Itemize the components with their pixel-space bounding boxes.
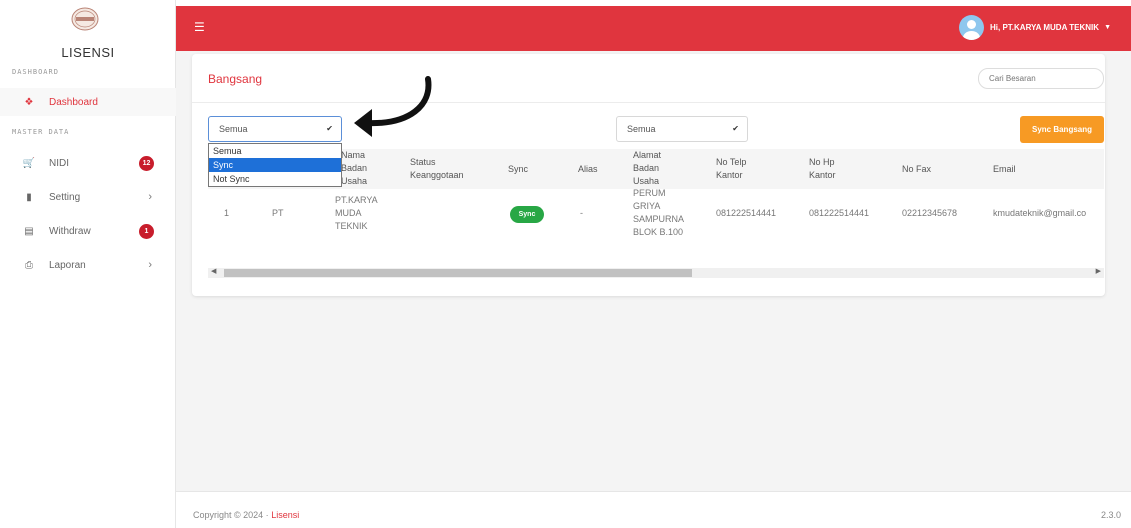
column-header-nama-1: Nama <box>341 150 366 160</box>
column-header-email: Email <box>993 164 1016 174</box>
column-header-alamat-2: Badan <box>633 163 660 173</box>
sidebar-item-label: Setting <box>49 191 81 203</box>
sidebar-item-label: Dashboard <box>49 96 98 108</box>
annotation-arrow-icon <box>354 76 432 137</box>
sync-filter-dropdown: Semua Sync Not Sync <box>208 143 342 187</box>
menu-toggle-icon[interactable]: ☰ <box>194 20 205 34</box>
sidebar-item-dashboard[interactable]: ❖ Dashboard <box>0 88 176 116</box>
file-icon: ▮ <box>26 191 32 203</box>
chevron-right-icon: › <box>148 191 152 203</box>
column-header-status-1: Status <box>410 157 436 167</box>
page-title: Bangsang <box>208 72 263 86</box>
cell-alamat-line-2: GRIYA <box>633 201 661 211</box>
user-greeting: Hi, PT.KARYA MUDA TEKNIK <box>990 23 1100 32</box>
column-header-alias: Alias <box>578 164 598 174</box>
dropdown-option-sync[interactable]: Sync <box>209 158 341 172</box>
sidebar-item-laporan[interactable]: ⎙ Laporan › <box>0 251 176 279</box>
cell-alamat-line-1: PERUM <box>633 188 666 198</box>
cart-icon: 🛒 <box>22 157 36 169</box>
table-header: Nama Badan Usaha Status Keanggotaan Sync… <box>208 149 1104 189</box>
sidebar-item-setting[interactable]: ▮ Setting › <box>0 183 176 211</box>
logo-icon <box>70 7 100 31</box>
section-label-master-data: MASTER DATA <box>12 128 70 136</box>
column-header-alamat-1: Alamat <box>633 150 662 160</box>
cell-alias: - <box>580 208 583 218</box>
cell-alamat: PERUM GRIYA SAMPURNA BLOK B.100 <box>633 187 684 239</box>
copyright-text: Copyright © 2024 · <box>193 510 269 520</box>
footer: Copyright © 2024 · Lisensi 2.3.0 <box>176 491 1131 528</box>
cell-nama-line-2: MUDA <box>335 208 362 218</box>
cell-alamat-line-3: SAMPURNA <box>633 214 685 224</box>
cell-no: 1 <box>224 208 230 218</box>
dropdown-option-not-sync[interactable]: Not Sync <box>209 172 341 186</box>
column-header-hp-1: No Hp <box>809 157 835 167</box>
sync-status-badge: Sync <box>510 206 544 223</box>
scroll-left-icon[interactable]: ◀ <box>211 267 216 275</box>
main-content: Bangsang Semua ✔ Semua ✔ Sync Bangsang N… <box>176 51 1131 491</box>
sidebar-item-label: Withdraw <box>49 225 91 237</box>
printer-icon: ⎙ <box>25 259 33 271</box>
column-header-hp-2: Kantor <box>809 170 836 180</box>
cell-telp: 081222514441 <box>716 208 777 218</box>
avatar <box>959 15 985 40</box>
scroll-right-icon[interactable]: ▶ <box>1096 267 1101 275</box>
notification-badge: 12 <box>139 155 154 171</box>
section-label-dashboard: DASHBOARD <box>12 68 59 76</box>
cell-type: PT <box>272 208 284 218</box>
version-text: 2.3.0 <box>1100 510 1121 520</box>
column-header-nama-3: Usaha <box>341 176 368 186</box>
cell-nama-line-3: TEKNIK <box>335 221 368 231</box>
sidebar-item-label: Laporan <box>49 259 86 271</box>
notification-badge: 1 <box>139 223 154 239</box>
data-table: Nama Badan Usaha Status Keanggotaan Sync… <box>208 149 1104 247</box>
chevron-right-icon: › <box>148 259 152 271</box>
sync-bangsang-button[interactable]: Sync Bangsang <box>1020 116 1104 143</box>
user-menu[interactable]: Hi, PT.KARYA MUDA TEKNIK ▼ <box>959 15 1111 40</box>
sidebar: LISENSI DASHBOARD ❖ Dashboard MASTER DAT… <box>0 0 176 528</box>
chevron-down-icon: ▼ <box>1104 24 1111 31</box>
column-header-telp-1: No Telp <box>716 157 747 167</box>
column-header-telp-2: Kantor <box>716 170 743 180</box>
column-header-sync: Sync <box>508 164 529 174</box>
cell-hp: 081222514441 <box>809 208 870 218</box>
cell-fax: 02212345678 <box>902 208 958 218</box>
home-icon: ❖ <box>24 96 34 108</box>
card-divider <box>192 102 1105 103</box>
topbar: ☰ Hi, PT.KARYA MUDA TEKNIK ▼ <box>176 6 1131 51</box>
cell-nama: PT.KARYA MUDA TEKNIK <box>335 194 378 233</box>
sidebar-item-nidi[interactable]: 🛒 NIDI 12 <box>0 149 176 177</box>
cell-alamat-line-4: BLOK B.100 <box>633 227 684 237</box>
cell-nama-line-1: PT.KARYA <box>335 195 378 205</box>
sidebar-item-label: NIDI <box>49 157 69 169</box>
sidebar-item-withdraw[interactable]: ▤ Withdraw 1 <box>0 217 176 245</box>
status-filter-value: Semua <box>627 124 656 134</box>
column-header-status-2: Keanggotaan <box>410 170 464 180</box>
scrollbar-thumb[interactable] <box>224 269 692 277</box>
status-filter-select[interactable]: Semua ✔ <box>616 116 748 142</box>
column-header-fax: No Fax <box>902 164 932 174</box>
sync-filter-select[interactable]: Semua ✔ <box>208 116 342 142</box>
wallet-icon: ▤ <box>24 225 34 237</box>
search-input[interactable] <box>978 68 1104 89</box>
dropdown-option-semua[interactable]: Semua <box>209 144 341 158</box>
sync-filter-value: Semua <box>219 124 248 134</box>
chevron-down-icon: ✔ <box>732 124 739 133</box>
chevron-down-icon: ✔ <box>326 124 333 133</box>
column-header-nama-2: Badan <box>341 163 368 173</box>
brand-name: LISENSI <box>61 45 115 60</box>
footer-brand-link[interactable]: Lisensi <box>271 510 299 520</box>
horizontal-scrollbar[interactable]: ◀ ▶ <box>208 268 1104 278</box>
cell-email: kmudateknik@gmail.co <box>993 208 1087 218</box>
